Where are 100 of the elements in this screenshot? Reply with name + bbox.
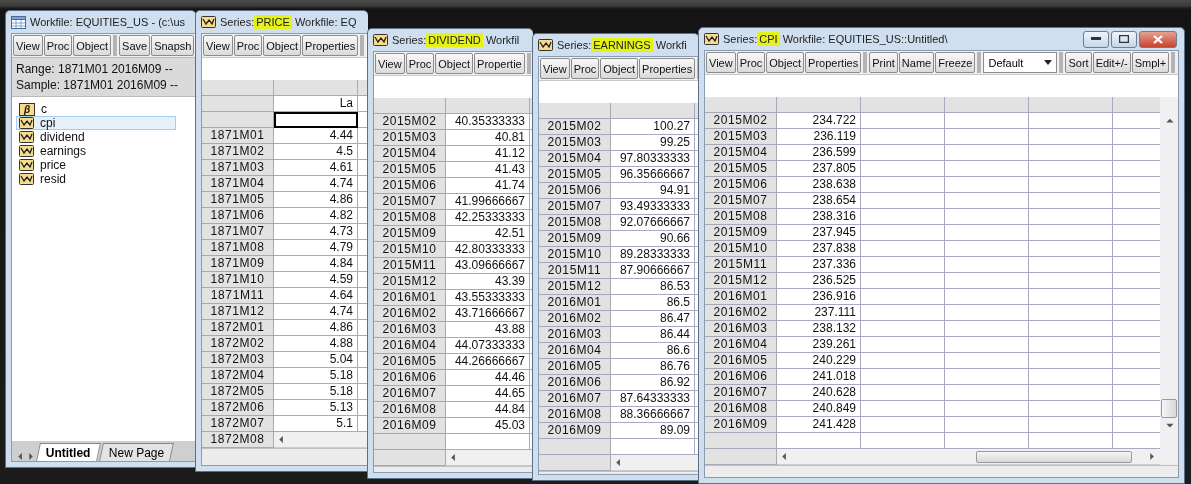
table-cell: 86.6 [611,343,695,359]
toolbar-button[interactable]: Object [435,53,474,74]
row-header: 1872M01 [202,320,274,336]
row-header: 2015M06 [705,177,777,193]
row-header: 1872M02 [202,336,274,352]
page-tab[interactable]: Untitled [36,443,101,461]
row-header: 2016M03 [539,327,611,343]
table-cell: 88.36666667 [611,407,695,423]
workfile-object[interactable]: price [16,158,176,172]
row-header: 2015M06 [374,178,446,194]
table-cell: 4.82 [274,208,358,224]
workfile-object[interactable]: resid [16,172,176,186]
row-header: 1871M03 [202,160,274,176]
table-cell: 45.03 [446,418,530,434]
toolbar-button[interactable]: View [375,53,405,74]
table-cell: 236.599 [777,145,861,161]
toolbar-button[interactable]: Object [73,35,112,56]
toolbar-button[interactable]: Properties [805,52,862,73]
table-cell: 89.09 [611,423,695,439]
row-header: 1872M04 [202,368,274,384]
workfile-object[interactable]: cpi [16,116,176,130]
row-header: 2016M03 [374,322,446,338]
row-header: 2015M12 [705,273,777,289]
table-cell: 100.27 [611,119,695,135]
toolbar-button[interactable]: Properties [302,35,359,56]
row-header: 2016M06 [539,375,611,391]
workfile-object[interactable]: β c [16,102,176,116]
toolbar-button[interactable]: Print [869,52,898,73]
table-cell: 238.132 [777,321,861,337]
row-header: 2016M08 [539,407,611,423]
table-cell: 238.638 [777,177,861,193]
table-cell: 237.945 [777,225,861,241]
workfile-object[interactable]: dividend [16,130,176,144]
table-cell: 86.92 [611,375,695,391]
row-header: 1872M03 [202,352,274,368]
toolbar-button[interactable]: Propertie [474,53,525,74]
workfile-object[interactable]: earnings [16,144,176,158]
table-cell: 241.428 [777,417,861,433]
row-header: 2016M09 [539,423,611,439]
table-cell: 237.838 [777,241,861,257]
row-header: 1872M08 [202,432,274,448]
table-cell: 86.47 [611,311,695,327]
table-cell: 4.88 [274,336,358,352]
row-header: 2015M10 [539,247,611,263]
toolbar-button[interactable]: Proc [570,58,600,79]
toolbar-button[interactable]: Proc [43,35,73,56]
table-cell: 240.849 [777,401,861,417]
table-cell: 43.71666667 [446,306,530,322]
row-header: 2016M02 [705,305,777,321]
toolbar-button[interactable]: Object [600,58,639,79]
table-cell: 241.018 [777,369,861,385]
row-header: 2016M07 [705,385,777,401]
table-cell: 86.53 [611,279,695,295]
toolbar-button[interactable]: Proc [736,52,766,73]
table-cell: 86.44 [611,327,695,343]
toolbar-button[interactable]: View [706,52,736,73]
table-cell: 238.316 [777,209,861,225]
range-text: Range: 1871M01 2016M09 -- [16,61,174,77]
row-header: 1872M06 [202,400,274,416]
table-cell: 43.39 [446,274,530,290]
toolbar-button[interactable]: Sort [1065,52,1092,73]
toolbar-button[interactable]: Smpl+ [1131,52,1170,73]
row-header: 2015M08 [374,210,446,226]
toolbar-button[interactable]: View [203,35,233,56]
table-cell: 4.86 [274,192,358,208]
row-header: 2016M09 [374,418,446,434]
table-cell: 43.55333333 [446,290,530,306]
table-cell: 4.64 [274,288,358,304]
toolbar-button[interactable]: Save [119,35,151,56]
row-header: 2016M06 [705,369,777,385]
row-header: 2015M07 [374,194,446,210]
table-cell: 44.07333333 [446,338,530,354]
row-header: 2016M01 [705,289,777,305]
view-dropdown[interactable]: Default [983,52,1058,73]
table-cell: 87.90666667 [611,263,695,279]
toolbar-button[interactable]: View [540,58,570,79]
page-tab[interactable]: New Page [98,443,174,461]
row-header: 2015M03 [705,129,777,145]
toolbar-button[interactable]: Object [766,52,805,73]
toolbar-button[interactable]: Freeze [935,52,976,73]
row-header: 2015M12 [374,274,446,290]
row-header: 2015M08 [539,215,611,231]
row-header: 2016M06 [374,370,446,386]
toolbar-button[interactable]: Proc [233,35,263,56]
coefficient-icon: β [19,102,35,116]
table-cell: 41.12 [446,146,530,162]
toolbar-button[interactable]: Name [898,52,935,73]
table-cell: 4.74 [274,304,358,320]
toolbar-button[interactable]: Snapsh [151,35,195,56]
toolbar-button[interactable]: Object [263,35,302,56]
table-cell: 43.09666667 [446,258,530,274]
toolbar-button[interactable]: Proc [405,53,435,74]
table-cell: 42.51 [446,226,530,242]
toolbar-button[interactable]: Edit+/- [1092,52,1131,73]
table-cell: 40.35333333 [446,114,530,130]
window-title: Series: CPI Workfile: EQUITIES_US::Untitled\ [723,33,948,45]
row-header: 2015M04 [705,145,777,161]
toolbar-button[interactable]: View [13,35,43,56]
table-cell: 41.99666667 [446,194,530,210]
toolbar-button[interactable]: Properties [639,58,696,79]
